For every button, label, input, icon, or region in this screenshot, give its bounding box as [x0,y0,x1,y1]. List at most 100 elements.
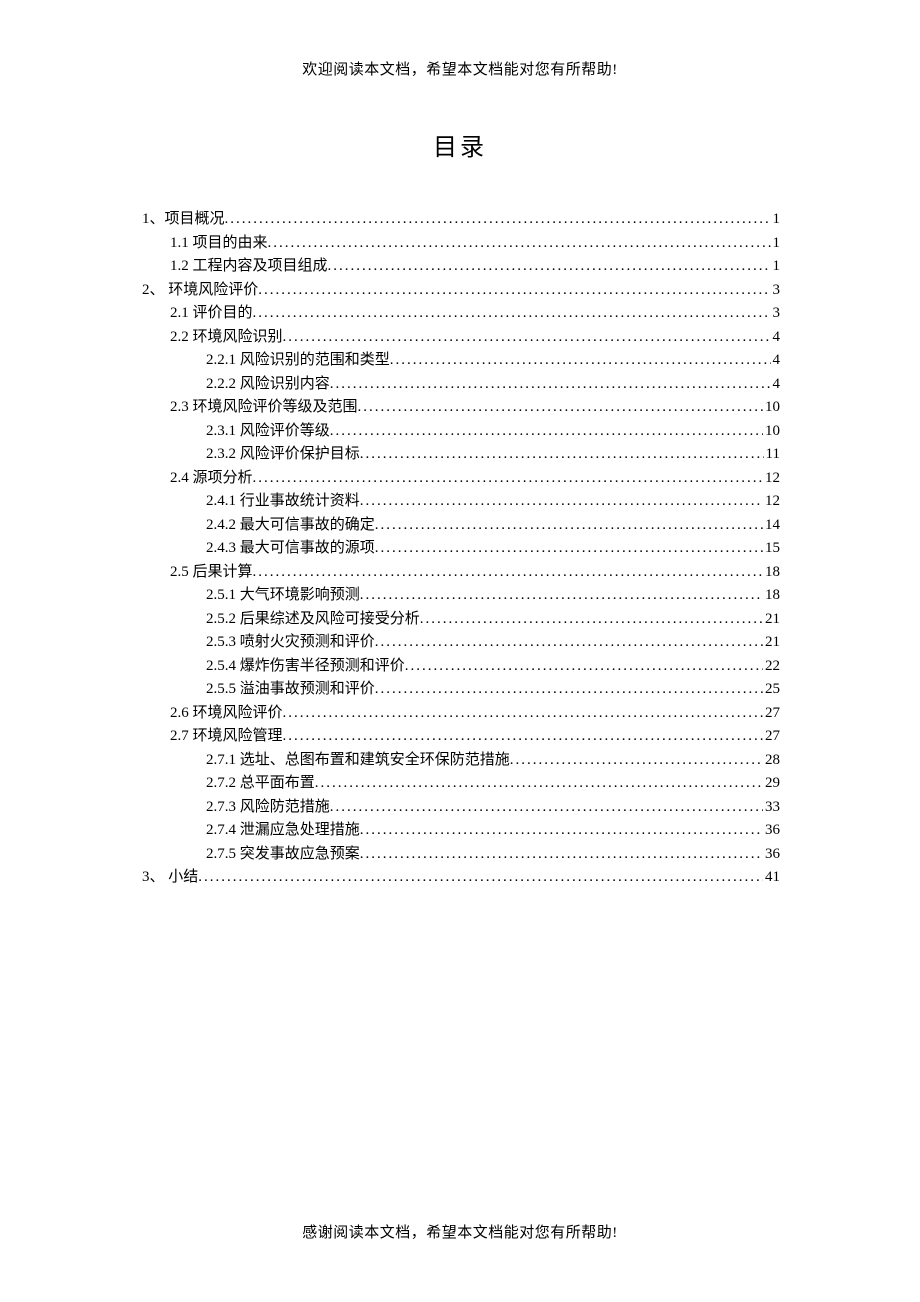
toc-leader [420,608,763,632]
toc-leader [375,678,763,702]
toc-entry-label: 1、项目概况 [142,208,225,232]
toc-entry-label: 3、 小结 [142,866,198,890]
toc-leader [375,537,763,561]
toc-leader [360,843,763,867]
toc-entry: 2.3.2 风险评价保护目标 11 [142,443,780,467]
toc-entry-page: 10 [763,420,780,444]
toc-entry-label: 2.4 源项分析 [170,467,253,491]
toc-entry-label: 2.5.5 溢油事故预测和评价 [206,678,375,702]
toc-leader [315,772,763,796]
toc-entry-page: 18 [763,584,780,608]
toc-entry: 2.7.2 总平面布置 29 [142,772,780,796]
toc-entry: 2.7.1 选址、总图布置和建筑安全环保防范措施28 [142,749,780,773]
toc-leader [253,302,771,326]
toc-leader [358,396,763,420]
toc-entry: 2.6 环境风险评价27 [142,702,780,726]
toc-entry: 2.5 后果计算 18 [142,561,780,585]
toc-leader [375,631,763,655]
toc-entry: 2.2.1 风险识别的范围和类型 4 [142,349,780,373]
toc-entry: 2.4.1 行业事故统计资料 12 [142,490,780,514]
toc-entry-page: 36 [763,843,780,867]
toc-entry-label: 2.3 环境风险评价等级及范围 [170,396,358,420]
toc-entry: 2.7 环境风险管理 27 [142,725,780,749]
toc-entry-label: 2.3.1 风险评价等级 [206,420,330,444]
toc-entry-label: 2.3.2 风险评价保护目标 [206,443,360,467]
toc-entry: 2.7.3 风险防范措施 33 [142,796,780,820]
toc-leader [253,561,763,585]
toc-entry-page: 4 [771,349,781,373]
toc-entry-label: 2.4.3 最大可信事故的源项 [206,537,375,561]
toc-entry-page: 3 [771,302,781,326]
toc-entry-page: 10 [763,396,780,420]
toc-entry: 2.2 环境风险识别4 [142,326,780,350]
toc-entry-label: 1.2 工程内容及项目组成 [170,255,328,279]
toc-entry: 2.5.3 喷射火灾预测和评价 21 [142,631,780,655]
toc-entry-label: 2.2.1 风险识别的范围和类型 [206,349,390,373]
toc-entry-page: 4 [771,373,781,397]
toc-leader [283,725,763,749]
toc-leader [198,866,763,890]
toc-leader [375,514,763,538]
toc-entry: 3、 小结 41 [142,866,780,890]
toc-entry-page: 15 [763,537,780,561]
toc-entry-label: 2.5.3 喷射火灾预测和评价 [206,631,375,655]
toc-entry-label: 1.1 项目的由来 [170,232,268,256]
toc-entry-label: 2.5.2 后果综述及风险可接受分析 [206,608,420,632]
toc-leader [225,208,771,232]
toc-entry-page: 29 [763,772,780,796]
toc-entry: 1、项目概况 1 [142,208,780,232]
toc-entry: 2.7.5 突发事故应急预案36 [142,843,780,867]
toc-entry-page: 21 [763,608,780,632]
toc-entry-page: 41 [763,866,780,890]
toc-entry-page: 3 [771,279,781,303]
toc-entry-label: 2.7.1 选址、总图布置和建筑安全环保防范措施 [206,749,510,773]
toc-leader [268,232,771,256]
toc-entry: 2.5.2 后果综述及风险可接受分析 21 [142,608,780,632]
toc-entry-page: 12 [763,490,780,514]
toc-entry-page: 11 [764,443,780,467]
toc-entry: 2.4.3 最大可信事故的源项 15 [142,537,780,561]
toc-leader [390,349,771,373]
toc-leader [283,326,771,350]
toc-entry: 1.2 工程内容及项目组成 1 [142,255,780,279]
toc-leader [405,655,763,679]
table-of-contents: 1、项目概况 11.1 项目的由来11.2 工程内容及项目组成 1 2、 环境风险评价… [142,208,780,890]
toc-entry-label: 2.5 后果计算 [170,561,253,585]
toc-entry: 2.3 环境风险评价等级及范围 10 [142,396,780,420]
toc-entry-label: 2.7.2 总平面布置 [206,772,315,796]
toc-entry-label: 2、 环境风险评价 [142,279,258,303]
toc-entry: 2.4 源项分析 12 [142,467,780,491]
toc-entry: 2.1 评价目的 3 [142,302,780,326]
toc-entry-label: 2.5.4 爆炸伤害半径预测和评价 [206,655,405,679]
toc-entry-label: 2.7 环境风险管理 [170,725,283,749]
page-footer: 感谢阅读本文档，希望本文档能对您有所帮助! [0,1221,920,1242]
toc-leader [360,819,763,843]
toc-entry-page: 4 [771,326,781,350]
toc-leader [328,255,771,279]
toc-leader [330,373,771,397]
toc-entry-label: 2.7.3 风险防范措施 [206,796,330,820]
toc-leader [510,749,763,773]
toc-entry-page: 22 [763,655,780,679]
toc-entry-page: 33 [763,796,780,820]
toc-entry-page: 27 [763,725,780,749]
toc-entry: 2.5.4 爆炸伤害半径预测和评价 22 [142,655,780,679]
toc-entry: 2.7.4 泄漏应急处理措施36 [142,819,780,843]
toc-entry-label: 2.4.2 最大可信事故的确定 [206,514,375,538]
toc-entry-page: 21 [763,631,780,655]
toc-entry: 2.4.2 最大可信事故的确定14 [142,514,780,538]
toc-entry-page: 1 [771,255,781,279]
toc-leader [258,279,770,303]
toc-entry-page: 25 [763,678,780,702]
toc-leader [253,467,763,491]
toc-entry-label: 2.7.4 泄漏应急处理措施 [206,819,360,843]
toc-entry-page: 18 [763,561,780,585]
toc-leader [360,490,763,514]
toc-entry: 2.3.1 风险评价等级 10 [142,420,780,444]
toc-entry-label: 2.4.1 行业事故统计资料 [206,490,360,514]
toc-entry-page: 1 [771,208,781,232]
toc-entry-label: 2.1 评价目的 [170,302,253,326]
toc-entry-page: 12 [763,467,780,491]
toc-entry: 2.2.2 风险识别内容4 [142,373,780,397]
toc-entry: 1.1 项目的由来1 [142,232,780,256]
